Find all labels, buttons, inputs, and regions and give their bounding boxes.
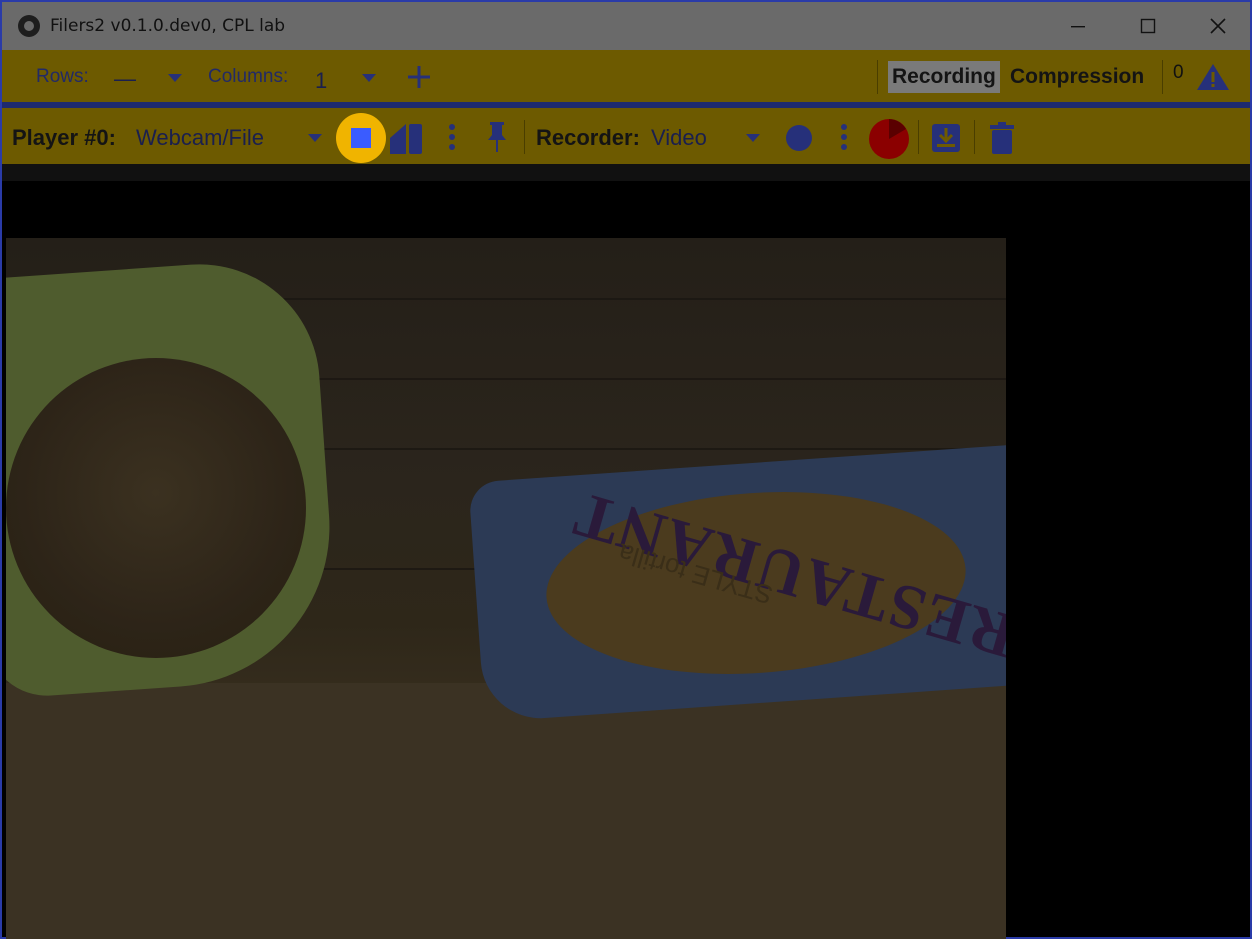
camera-preview: RESTAURANT STYLE tortilla	[6, 238, 1006, 939]
recorder-type-dropdown-icon[interactable]	[746, 134, 760, 142]
minimize-icon	[1071, 26, 1085, 28]
toolbar-divider	[524, 120, 525, 154]
player-source-dropdown-icon[interactable]	[308, 134, 322, 142]
recording-progress-icon	[869, 119, 909, 159]
player-label: Player #0:	[12, 125, 116, 150]
delete-player-icon[interactable]	[988, 122, 1016, 156]
add-player-icon[interactable]	[406, 64, 432, 90]
title-bar: Filers2 v0.1.0.dev0, CPL lab	[2, 2, 1250, 50]
rows-value[interactable]: —	[114, 66, 136, 92]
warning-count: 0	[1173, 62, 1184, 83]
app-window: Filers2 v0.1.0.dev0, CPL lab Rows: — Col…	[0, 0, 1252, 939]
record-icon[interactable]	[785, 124, 813, 152]
minimize-button[interactable]	[1044, 2, 1112, 50]
warning-icon[interactable]	[1195, 62, 1231, 92]
tab-compression[interactable]: Compression	[1010, 61, 1144, 93]
pin-icon[interactable]	[484, 120, 510, 156]
columns-label: Columns:	[208, 66, 289, 87]
save-recording-icon[interactable]	[930, 122, 962, 154]
toolbar-divider	[974, 120, 975, 154]
recorder-label: Recorder:	[536, 125, 640, 150]
tab-recording[interactable]: Recording	[888, 61, 1000, 93]
maximize-icon	[1140, 18, 1156, 34]
player-header-strip	[2, 164, 1250, 181]
player-more-icon[interactable]	[446, 122, 458, 154]
stop-play-button[interactable]	[336, 113, 386, 163]
player-settings-icon[interactable]	[388, 120, 424, 156]
recorder-type-select[interactable]: Video	[651, 125, 707, 151]
columns-value[interactable]: 1	[315, 68, 327, 94]
rows-dropdown-icon[interactable]	[168, 74, 182, 82]
table-surface	[6, 683, 1006, 939]
toolbar-divider	[1162, 60, 1163, 94]
app-logo-icon	[18, 15, 40, 37]
toolbar-divider	[918, 120, 919, 154]
maximize-button[interactable]	[1114, 2, 1182, 50]
player-source-select[interactable]: Webcam/File	[136, 125, 264, 151]
close-button[interactable]	[1184, 2, 1252, 50]
player-toolbar: Player #0: Webcam/File Recorder: Video	[2, 108, 1250, 164]
lentils	[6, 358, 306, 658]
layout-toolbar: Rows: — Columns: 1 Recording Compression…	[2, 50, 1250, 102]
toolbar-divider	[877, 60, 878, 94]
close-icon	[1210, 18, 1226, 34]
columns-dropdown-icon[interactable]	[362, 74, 376, 82]
rows-label: Rows:	[36, 66, 89, 87]
recorder-more-icon[interactable]	[838, 122, 850, 154]
window-title: Filers2 v0.1.0.dev0, CPL lab	[50, 16, 286, 36]
